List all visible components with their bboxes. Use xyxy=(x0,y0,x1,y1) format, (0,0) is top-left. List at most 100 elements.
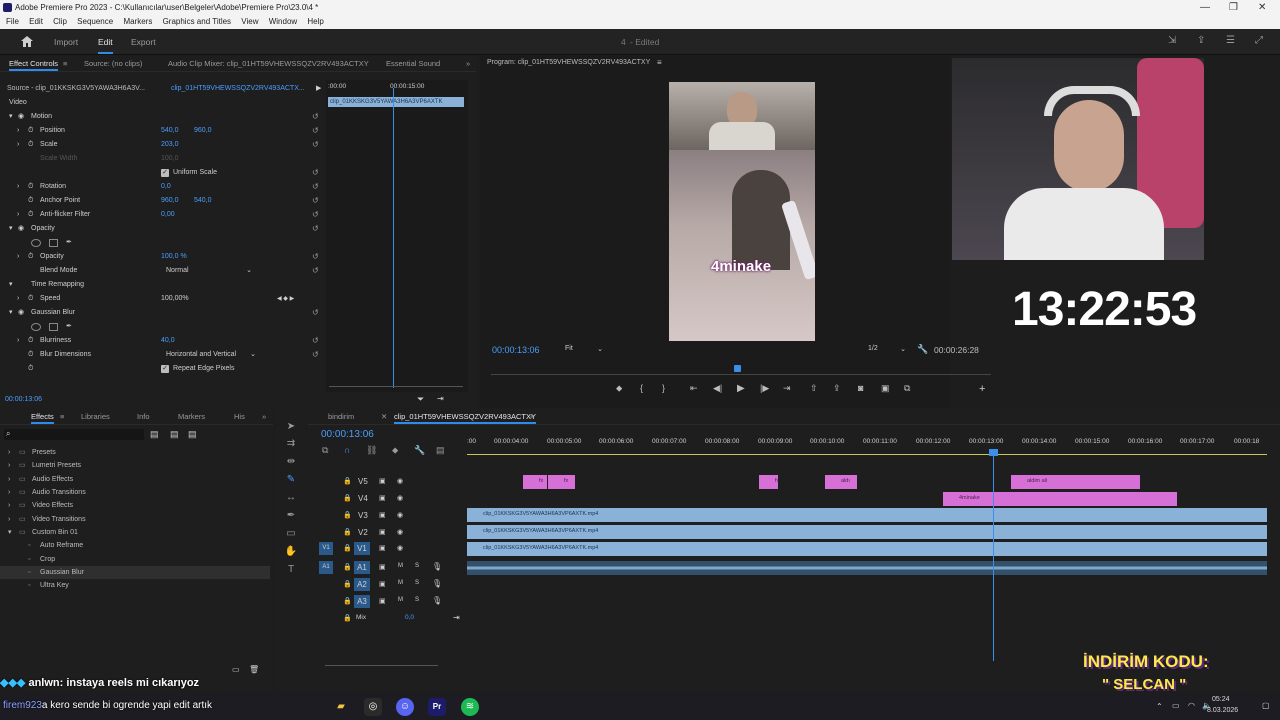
effects-item-video-effects[interactable]: › ▭ Video Effects xyxy=(0,499,270,512)
text-clip-aldi[interactable]: aldı xyxy=(825,475,857,489)
clip-label[interactable]: clip_01HT59VHEWSSQZV2RV493ACTX... xyxy=(171,82,321,96)
anchor-x-value[interactable]: 960,0 xyxy=(161,194,179,208)
ellipse-mask-icon[interactable] xyxy=(31,323,41,331)
menu-clip[interactable]: Clip xyxy=(53,17,67,26)
collapse-icon[interactable]: ▾ xyxy=(9,306,13,320)
share-icon[interactable]: ⇪ xyxy=(1197,35,1205,46)
snap-icon[interactable]: ∩ xyxy=(344,445,350,455)
eye-icon[interactable]: ◉ xyxy=(397,544,403,552)
collapse-icon[interactable]: ▾ xyxy=(9,222,13,236)
antiflicker-value[interactable]: 0,00 xyxy=(161,208,175,222)
solo-button[interactable]: S xyxy=(415,597,419,603)
fit-select[interactable]: Fit ⌄ xyxy=(565,345,603,353)
lock-icon[interactable]: 🔒 xyxy=(343,580,352,588)
tab-effect-controls[interactable]: Effect Controls xyxy=(9,56,59,72)
speed-value[interactable]: 100,00% xyxy=(161,292,189,306)
yuv-effects-icon[interactable]: ▤ xyxy=(188,429,197,440)
filter-icon[interactable]: ⏷ xyxy=(417,394,424,405)
effects-item-custom-bin[interactable]: ▾ ▭ Custom Bin 01 xyxy=(0,526,270,539)
sync-lock-icon[interactable]: ▣ xyxy=(379,563,386,571)
keyframe-nav-icon[interactable]: ◀ ◆ ▶ xyxy=(277,292,294,306)
linked-selection-icon[interactable]: ⛓ xyxy=(366,445,377,456)
razor-tool-icon[interactable]: ✎ xyxy=(284,473,298,487)
zoom-scrollbar[interactable] xyxy=(329,386,463,387)
stopwatch-icon[interactable]: ⏱ xyxy=(28,208,33,222)
effects-search-input[interactable]: ⌕ xyxy=(4,429,144,440)
add-marker-icon[interactable]: ⬥ xyxy=(392,445,398,456)
premiere-pro-icon[interactable]: Pr xyxy=(428,698,446,716)
program-playhead[interactable] xyxy=(734,365,741,372)
sync-lock-icon[interactable]: ▣ xyxy=(379,477,386,485)
reset-icon[interactable]: ↺ xyxy=(312,264,319,278)
stopwatch-icon[interactable]: ⏱ xyxy=(28,292,33,306)
video-clip-v2[interactable]: clip_01KKSKG3V5YAWA3H6A3VP6AXTK.mp4 xyxy=(467,525,1267,539)
rectangle-mask-icon[interactable] xyxy=(49,239,58,247)
menu-file[interactable]: File xyxy=(6,17,19,26)
effect-controls-mini-timeline[interactable]: :00:00 00:00:15:00 clip_01KKSKG3V5YAWA3H… xyxy=(326,80,468,392)
export-frame-icon[interactable]: ◙ xyxy=(858,383,863,393)
collapse-icon[interactable]: ▾ xyxy=(9,278,13,292)
tab-import[interactable]: Import xyxy=(54,37,78,47)
compare-icon[interactable]: ▣ xyxy=(881,383,890,394)
reset-icon[interactable]: ↺ xyxy=(312,110,319,124)
rectangle-tool-icon[interactable]: ▭ xyxy=(284,527,298,541)
program-video-frame[interactable]: 4minake xyxy=(669,82,815,341)
lock-icon[interactable]: 🔒 xyxy=(343,544,352,552)
tab-edit[interactable]: Edit xyxy=(98,37,113,54)
stopwatch-icon[interactable]: ⏱ xyxy=(28,180,33,194)
slip-tool-icon[interactable]: ↔ xyxy=(284,491,298,505)
effects-item-audio-effects[interactable]: › ▭ Audio Effects xyxy=(0,473,270,486)
trash-icon[interactable]: 🗑 xyxy=(249,665,259,674)
mix-meter-icon[interactable]: ⇥ xyxy=(453,613,460,622)
wrench-icon[interactable]: 🔧 xyxy=(917,344,928,355)
clock-time[interactable]: 05:24 xyxy=(1212,696,1230,703)
reset-icon[interactable]: ↺ xyxy=(312,194,319,208)
tab-menu-icon[interactable]: ≡ xyxy=(63,56,67,72)
tab-sequence-clip[interactable]: clip_01HT59VHEWSSQZV2RV493ACTXY xyxy=(394,409,537,425)
mute-button[interactable]: M xyxy=(398,580,403,586)
minimize-button[interactable]: — xyxy=(1200,0,1210,15)
fx-eye-icon[interactable]: ◉ xyxy=(18,222,24,236)
lock-icon[interactable]: 🔒 xyxy=(343,614,352,622)
tab-export[interactable]: Export xyxy=(131,37,156,47)
ellipse-mask-icon[interactable] xyxy=(31,239,41,247)
reset-icon[interactable]: ↺ xyxy=(312,334,319,348)
program-tab[interactable]: Program: clip_01HT59VHEWSSQZV2RV493ACTXY xyxy=(487,59,650,66)
file-explorer-icon[interactable]: ▰ xyxy=(332,698,350,716)
settings-wrench-icon[interactable]: 🔧 xyxy=(414,445,425,456)
clock-date[interactable]: 8.03.2026 xyxy=(1207,707,1238,714)
new-bin-icon[interactable]: ▭ xyxy=(232,665,240,674)
timeline-timecode[interactable]: 00:00:13:06 xyxy=(321,429,374,440)
program-scrub-bar[interactable] xyxy=(491,374,991,375)
tab-source[interactable]: Source: (no clips) xyxy=(84,56,142,72)
sync-lock-icon[interactable]: ▣ xyxy=(379,528,386,536)
time-remap-row[interactable]: ▾ Time Remapping xyxy=(0,278,325,292)
add-button-icon[interactable]: + xyxy=(979,383,985,395)
lock-icon[interactable]: 🔒 xyxy=(343,494,352,502)
quick-export-icon[interactable]: ⇲ xyxy=(1168,35,1176,46)
network-icon[interactable]: ▭ xyxy=(1172,701,1180,710)
microphone-icon[interactable]: 🎙 xyxy=(432,579,442,588)
track-label[interactable]: A3 xyxy=(354,595,370,608)
sync-lock-icon[interactable]: ▣ xyxy=(379,580,386,588)
sync-lock-icon[interactable]: ▣ xyxy=(379,494,386,502)
mark-out-icon[interactable]: } xyxy=(662,383,665,393)
menu-graphics[interactable]: Graphics and Titles xyxy=(163,17,231,26)
stopwatch-icon[interactable]: ⏱ xyxy=(28,348,33,362)
timeline-ruler[interactable]: :00 00:00:04:00 00:00:05:00 00:00:06:00 … xyxy=(467,436,1272,456)
tab-audio-clip-mixer[interactable]: Audio Clip Mixer: clip_01HT59VHEWSSQZV2R… xyxy=(168,56,369,72)
repeat-edge-checkbox[interactable]: ✓ xyxy=(161,365,169,373)
eye-icon[interactable]: ◉ xyxy=(397,494,403,502)
menu-help[interactable]: Help xyxy=(307,17,323,26)
32bit-effects-icon[interactable]: ▤ xyxy=(170,429,179,440)
stopwatch-icon[interactable]: ⏱ xyxy=(28,362,33,376)
eye-icon[interactable]: ◉ xyxy=(397,511,403,519)
menu-window[interactable]: Window xyxy=(269,17,297,26)
opacity-value[interactable]: 100,0 % xyxy=(161,250,187,264)
audio-clip-a1[interactable] xyxy=(467,561,1267,575)
export-frame-icon[interactable]: ⇥ xyxy=(437,394,444,403)
track-label[interactable]: V2 xyxy=(358,528,368,537)
position-y-value[interactable]: 960,0 xyxy=(194,124,212,138)
uniform-scale-checkbox[interactable]: ✓ xyxy=(161,169,169,177)
solo-button[interactable]: S xyxy=(415,563,419,569)
